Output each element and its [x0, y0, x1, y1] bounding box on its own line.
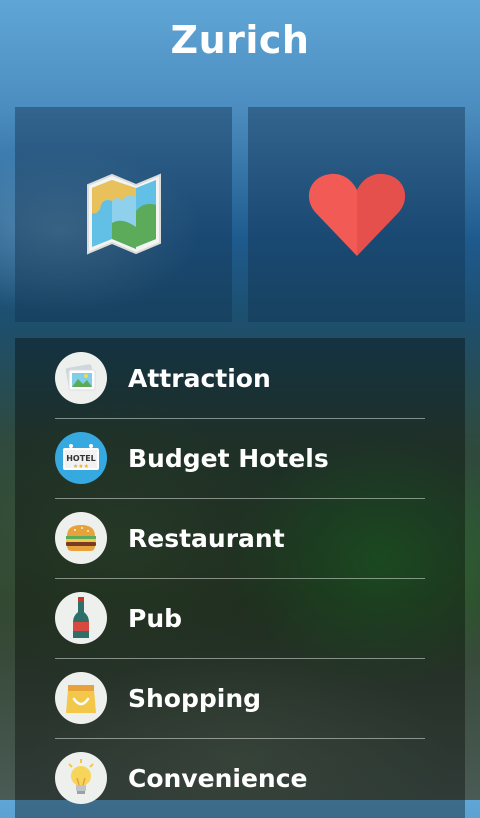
- hotel-sign-icon: HOTEL ★★★: [55, 432, 107, 484]
- list-item-label: Attraction: [128, 363, 271, 393]
- lightbulb-icon: [55, 752, 107, 804]
- list-item-label: Convenience: [128, 763, 308, 793]
- map-icon: [86, 173, 161, 254]
- photo-icon: [55, 352, 107, 404]
- category-list: Attraction HOTEL ★★★ Budget Hotels Resta…: [15, 338, 465, 818]
- wine-bottle-icon: [55, 592, 107, 644]
- list-item-label: Budget Hotels: [128, 443, 329, 473]
- list-item-restaurant[interactable]: Restaurant: [55, 498, 425, 579]
- hotel-sign-text: HOTEL: [66, 454, 96, 463]
- favorites-tile-button[interactable]: [248, 107, 465, 322]
- list-item-label: Pub: [128, 603, 183, 633]
- list-item-attraction[interactable]: Attraction: [55, 338, 425, 419]
- list-item-budget-hotels[interactable]: HOTEL ★★★ Budget Hotels: [55, 418, 425, 499]
- list-item-label: Restaurant: [128, 523, 285, 553]
- list-item-convenience[interactable]: Convenience: [55, 738, 425, 818]
- svg-text:★★★: ★★★: [73, 463, 89, 470]
- list-item-label: Shopping: [128, 683, 262, 713]
- page-title: Zurich: [170, 18, 310, 62]
- map-tile-button[interactable]: [15, 107, 232, 322]
- burger-icon: [55, 512, 107, 564]
- list-item-pub[interactable]: Pub: [55, 578, 425, 659]
- heart-icon: [308, 173, 405, 256]
- shopping-bag-icon: [55, 672, 107, 724]
- list-item-shopping[interactable]: Shopping: [55, 658, 425, 739]
